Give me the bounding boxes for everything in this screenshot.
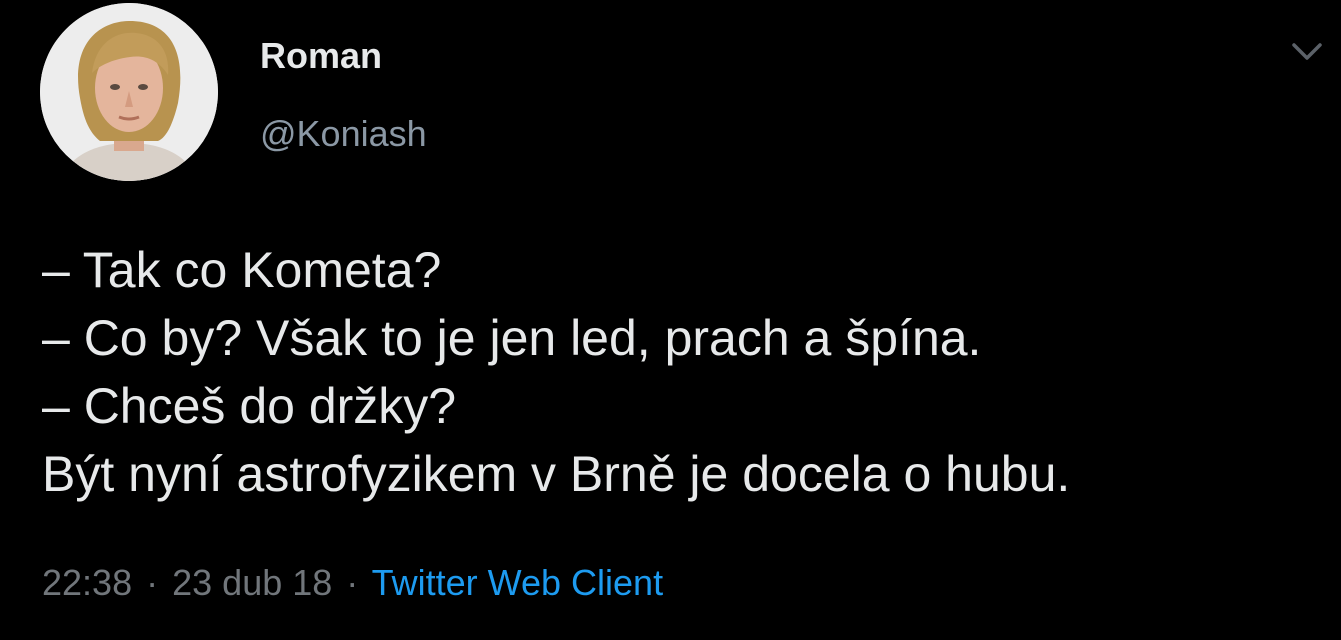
- meta-separator: ·: [146, 562, 159, 603]
- avatar-photo-icon: [40, 3, 218, 181]
- tweet-meta: 22:38 · 23 dub 18 · Twitter Web Client: [42, 563, 663, 603]
- tweet-time[interactable]: 22:38: [42, 562, 132, 603]
- tweet-line: Být nyní astrofyzikem v Brně je docela o…: [42, 446, 1071, 502]
- author-name[interactable]: Roman: [260, 36, 382, 76]
- tweet-line: – Chceš do držky?: [42, 378, 457, 434]
- avatar[interactable]: [40, 3, 218, 181]
- more-menu-button[interactable]: [1287, 36, 1327, 68]
- author-handle[interactable]: @Koniash: [260, 114, 427, 154]
- tweet-text: – Tak co Kometa? – Co by? Však to je jen…: [42, 236, 1322, 508]
- tweet-line: – Tak co Kometa?: [42, 242, 442, 298]
- client-link[interactable]: Twitter Web Client: [372, 562, 663, 603]
- tweet: Roman @Koniash – Tak co Kometa? – Co by?…: [0, 0, 1341, 640]
- tweet-date[interactable]: 23 dub 18: [172, 562, 332, 603]
- tweet-line: – Co by? Však to je jen led, prach a špí…: [42, 310, 982, 366]
- meta-separator: ·: [346, 562, 359, 603]
- chevron-down-icon: [1292, 43, 1322, 60]
